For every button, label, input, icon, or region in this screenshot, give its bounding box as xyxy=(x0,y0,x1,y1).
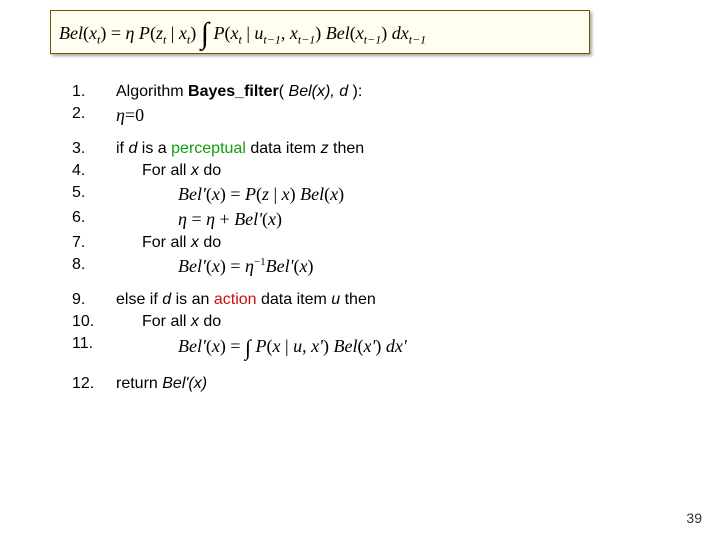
line-number: 2. xyxy=(72,104,116,124)
equation-bel-update: Bel'(x) = P(z | x) Bel(x) xyxy=(116,183,344,206)
var-x: x xyxy=(191,162,199,179)
line-11: 11. Bel'(x) = ∫ P(x | u, x') Bel(x') dx' xyxy=(72,334,672,362)
line-number: 8. xyxy=(72,255,116,275)
line-number: 9. xyxy=(72,290,116,310)
equation-normalize: Bel'(x) = η−1Bel'(x) xyxy=(116,255,314,278)
var-x: x xyxy=(191,313,199,330)
line-1: 1. Algorithm Bayes_filter( Bel(x), d ): xyxy=(72,82,672,102)
algorithm-listing: 1. Algorithm Bayes_filter( Bel(x), d ): … xyxy=(72,82,672,396)
line-number: 3. xyxy=(72,139,116,159)
line-2: 2. η=0 xyxy=(72,104,672,127)
line-text: For all x do xyxy=(116,312,672,332)
txt: data item xyxy=(246,140,321,157)
line-8: 8. Bel'(x) = η−1Bel'(x) xyxy=(72,255,672,278)
kw-action: action xyxy=(214,291,257,308)
line-number: 5. xyxy=(72,183,116,203)
var-z: z xyxy=(321,140,329,157)
line-7: 7. For all x do xyxy=(72,233,672,253)
line-text: η=0 xyxy=(116,104,672,127)
line-text: if d is a perceptual data item z then xyxy=(116,139,672,159)
equation-action-update: Bel'(x) = ∫ P(x | u, x') Bel(x') dx' xyxy=(116,334,407,362)
line-number: 11. xyxy=(72,334,116,354)
txt: is an xyxy=(171,291,214,308)
line-9: 9. else if d is an action data item u th… xyxy=(72,290,672,310)
kw-perceptual: perceptual xyxy=(171,140,246,157)
kw-do: do xyxy=(199,234,221,251)
fn-name: Bayes_filter xyxy=(188,83,279,100)
line-text: η = η + Bel'(x) xyxy=(116,208,672,231)
kw-forall: For all xyxy=(142,234,191,251)
line-number: 1. xyxy=(72,82,116,102)
var-u: u xyxy=(331,291,340,308)
line-6: 6. η = η + Bel'(x) xyxy=(72,208,672,231)
page-number: 39 xyxy=(686,510,702,526)
kw-forall: For all xyxy=(142,162,191,179)
line-text: else if d is an action data item u then xyxy=(116,290,672,310)
kw-if: if xyxy=(116,140,128,157)
var-x: x xyxy=(191,234,199,251)
kw-algorithm: Algorithm xyxy=(116,83,188,100)
kw-then: then xyxy=(340,291,376,308)
line-text: Bel'(x) = η−1Bel'(x) xyxy=(116,255,672,278)
colon: ): xyxy=(348,83,362,100)
equation-eta-sum: η = η + Bel'(x) xyxy=(116,208,282,231)
line-text: Algorithm Bayes_filter( Bel(x), d ): xyxy=(116,82,672,102)
kw-do: do xyxy=(199,162,221,179)
kw-forall: For all xyxy=(142,313,191,330)
line-number: 6. xyxy=(72,208,116,228)
kw-elseif: else if xyxy=(116,291,162,308)
line-text: return Bel'(x) xyxy=(116,374,672,394)
fn-args: Bel(x), d xyxy=(289,83,349,100)
paren: ( xyxy=(279,83,289,100)
line-number: 10. xyxy=(72,312,116,332)
txt: data item xyxy=(257,291,332,308)
slide: Bel(xt) = η P(zt | xt) ∫ P(xt | ut−1, xt… xyxy=(0,0,720,540)
kw-then: then xyxy=(329,140,365,157)
txt: is a xyxy=(137,140,171,157)
ret-val: Bel'(x) xyxy=(162,375,207,392)
kw-return: return xyxy=(116,375,162,392)
line-12: 12. return Bel'(x) xyxy=(72,374,672,394)
line-number: 12. xyxy=(72,374,116,394)
line-text: For all x do xyxy=(116,161,672,181)
line-4: 4. For all x do xyxy=(72,161,672,181)
var-d: d xyxy=(162,291,171,308)
line-3: 3. if d is a perceptual data item z then xyxy=(72,139,672,159)
line-text: For all x do xyxy=(116,233,672,253)
header-equation: Bel(xt) = η P(zt | xt) ∫ P(xt | ut−1, xt… xyxy=(50,10,590,54)
line-number: 4. xyxy=(72,161,116,181)
line-text: Bel'(x) = ∫ P(x | u, x') Bel(x') dx' xyxy=(116,334,672,362)
line-number: 7. xyxy=(72,233,116,253)
line-10: 10. For all x do xyxy=(72,312,672,332)
line-text: Bel'(x) = P(z | x) Bel(x) xyxy=(116,183,672,206)
kw-do: do xyxy=(199,313,221,330)
line-5: 5. Bel'(x) = P(z | x) Bel(x) xyxy=(72,183,672,206)
